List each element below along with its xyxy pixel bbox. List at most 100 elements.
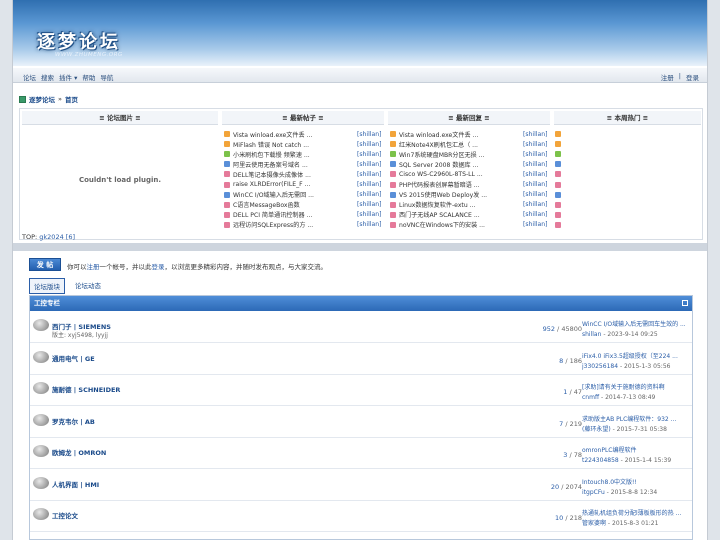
last-post-title[interactable]: iFix4.0 iFix3.5超级授权（至224 ... — [582, 352, 690, 362]
list-item[interactable] — [555, 159, 564, 169]
list-item[interactable] — [555, 169, 564, 179]
topic-author[interactable]: [shillan] — [523, 131, 553, 138]
tab-forum-boards[interactable]: 论坛版块 — [29, 278, 65, 294]
topic-author[interactable]: [shillan] — [357, 191, 387, 198]
last-post-user[interactable]: (藤环永望) — [582, 426, 611, 433]
topic-author[interactable]: [shillan] — [523, 211, 553, 218]
topic-title[interactable]: 远程访问SQLExpress的方 ... — [233, 220, 357, 229]
list-item[interactable]: Vista winload.exe文件丢 ... [shillan] — [224, 129, 387, 139]
topic-author[interactable]: [shillan] — [357, 131, 387, 138]
topic-title[interactable]: Cisco WS-C2960L-8TS-LL ... — [399, 171, 523, 178]
list-item[interactable]: 小米刷机包下载慢 频繁速 ... [shillan] — [224, 149, 387, 159]
last-post-user[interactable]: j330256184 — [582, 363, 618, 370]
topic-title[interactable]: 红米Note4X刷机包汇总（ ... — [399, 140, 523, 149]
forum-board-row[interactable]: 西门子 | SIEMENS 版主: xyj5498, lyyjj 952 / 458… — [30, 313, 692, 343]
topic-author[interactable]: [shillan] — [357, 141, 387, 148]
topic-author[interactable]: [shillan] — [523, 201, 553, 208]
list-item[interactable]: SQL Server 2008 数据库 ... [shillan] — [390, 159, 553, 169]
topic-title[interactable]: MiFlash 错误 Not catch ... — [233, 140, 357, 149]
topic-title[interactable]: 小米刷机包下载慢 频繁速 ... — [233, 150, 357, 159]
list-item[interactable]: Win7系统硬盘MBR分区无损 ... [shillan] — [390, 149, 553, 159]
nav-plugins[interactable]: 插件 ▾ — [59, 72, 77, 82]
nav-guide[interactable]: 导航 — [100, 72, 113, 82]
topic-author[interactable]: [shillan] — [357, 181, 387, 188]
list-item[interactable] — [555, 210, 564, 220]
nav-login[interactable]: 登录 — [686, 72, 699, 82]
list-item[interactable]: Cisco WS-C2960L-8TS-LL ... [shillan] — [390, 169, 553, 179]
forum-board-row[interactable]: 工控论文 10 / 218 热通轧机组负荷分配l薄板板形的热 ... 管家婆啊 - 2… — [30, 502, 692, 532]
list-item[interactable]: MiFlash 错误 Not catch ... [shillan] — [224, 139, 387, 149]
board-name[interactable]: 施耐德 | SCHNEIDER — [52, 384, 120, 394]
board-name[interactable]: 欧姆龙 | OMRON — [52, 447, 106, 457]
last-post-title[interactable]: WinCC I/O域输入后无需回车生效的 ... — [582, 320, 690, 330]
list-item[interactable]: DELL笔记本摄像头成像体 ... [shillan] — [224, 169, 387, 179]
nav-help[interactable]: 帮助 — [82, 72, 95, 82]
topic-title[interactable]: noVNC在Windows下的安装 ... — [399, 220, 523, 229]
forum-board-row[interactable]: 施耐德 | SCHNEIDER 1 / 47 [求助]请有关于施耐德的资料啊 cnmf… — [30, 376, 692, 406]
list-item[interactable]: raise XLRDError(FILE_F ... [shillan] — [224, 179, 387, 189]
last-post-user[interactable]: itgpCFu — [582, 489, 605, 496]
list-item[interactable]: Linux数据恢复软件-extu ... [shillan] — [390, 200, 553, 210]
list-item[interactable]: noVNC在Windows下的安装 ... [shillan] — [390, 220, 553, 230]
last-post-user[interactable]: cnmff — [582, 394, 599, 401]
topic-title[interactable]: C语言MessageBox函数 — [233, 200, 357, 209]
topic-title[interactable]: DELL笔记本摄像头成像体 ... — [233, 170, 357, 179]
list-item[interactable]: PHP代码报表创屏幕暂暗语 ... [shillan] — [390, 179, 553, 189]
list-item[interactable]: C语言MessageBox函数 [shillan] — [224, 200, 387, 210]
nav-search[interactable]: 搜索 — [41, 72, 54, 82]
forum-board-row[interactable]: 欧姆龙 | OMRON 3 / 78 omronPLC编程软件 t224304858 … — [30, 439, 692, 469]
list-item[interactable] — [555, 200, 564, 210]
forum-board-row[interactable]: 人机界面 | HMI 20 / 2074 Intouch8.0中文版!! itgpCF… — [30, 471, 692, 501]
topic-author[interactable]: [shillan] — [523, 161, 553, 168]
board-name[interactable]: 工控论文 — [52, 510, 78, 520]
topic-author[interactable]: [shillan] — [357, 151, 387, 158]
last-post-title[interactable]: Intouch8.0中文版!! — [582, 478, 690, 488]
list-item[interactable] — [555, 220, 564, 230]
forum-board-row[interactable]: 通用电气 | GE 8 / 186 iFix4.0 iFix3.5超级授权（至224… — [30, 345, 692, 375]
topic-author[interactable]: [shillan] — [523, 171, 553, 178]
list-item[interactable]: 红米Note4X刷机包汇总（ ... [shillan] — [390, 139, 553, 149]
collapse-icon[interactable] — [682, 300, 688, 306]
list-item[interactable]: 西门子无线AP SCALANCE ... [shillan] — [390, 210, 553, 220]
site-logo[interactable]: 逐梦论坛 — [37, 28, 121, 54]
topic-author[interactable]: [shillan] — [357, 161, 387, 168]
topic-title[interactable]: Vista winload.exe文件丢 ... — [399, 130, 523, 139]
board-name[interactable]: 通用电气 | GE — [52, 353, 95, 363]
topic-title[interactable]: 阿里云使用无备案号域名 ... — [233, 160, 357, 169]
list-item[interactable]: DELL PCI 简单通讯控制器 ... [shillan] — [224, 210, 387, 220]
topic-author[interactable]: [shillan] — [357, 211, 387, 218]
topic-author[interactable]: [shillan] — [523, 141, 553, 148]
topic-title[interactable]: WinCC I/O域输入后无需回 ... — [233, 190, 357, 199]
last-post-title[interactable]: 热通轧机组负荷分配l薄板板形的热 ... — [582, 509, 690, 519]
list-item[interactable]: VS 2015使用Web Deploy发 ... [shillan] — [390, 190, 553, 200]
list-item[interactable] — [555, 129, 564, 139]
last-post-title[interactable]: 求助版主AB PLC编程软件：932 ... — [582, 415, 690, 425]
list-item[interactable]: 远程访问SQLExpress的方 ... [shillan] — [224, 220, 387, 230]
login-link[interactable]: 登录 — [152, 263, 165, 271]
topic-author[interactable]: [shillan] — [357, 201, 387, 208]
nav-register[interactable]: 注册 — [661, 72, 674, 82]
topic-author[interactable]: [shillan] — [523, 191, 553, 198]
topic-author[interactable]: [shillan] — [523, 151, 553, 158]
board-name[interactable]: 罗克韦尔 | AB — [52, 416, 95, 426]
topic-title[interactable]: VS 2015使用Web Deploy发 ... — [399, 190, 523, 199]
list-item[interactable] — [555, 179, 564, 189]
topic-title[interactable]: Win7系统硬盘MBR分区无损 ... — [399, 150, 523, 159]
nav-forum[interactable]: 论坛 — [23, 72, 36, 82]
topic-author[interactable]: [shillan] — [523, 221, 553, 228]
list-item[interactable]: 阿里云使用无备案号域名 ... [shillan] — [224, 159, 387, 169]
tab-forum-activity[interactable]: 论坛动态 — [71, 278, 105, 294]
topic-title[interactable]: Linux数据恢复软件-extu ... — [399, 200, 523, 209]
list-item[interactable] — [555, 149, 564, 159]
topic-title[interactable]: DELL PCI 简单通讯控制器 ... — [233, 210, 357, 219]
list-item[interactable]: WinCC I/O域输入后无需回 ... [shillan] — [224, 190, 387, 200]
topic-title[interactable]: PHP代码报表创屏幕暂暗语 ... — [399, 180, 523, 189]
last-post-title[interactable]: [求助]请有关于施耐德的资料啊 — [582, 383, 690, 393]
home-icon[interactable] — [19, 95, 26, 103]
topic-title[interactable]: SQL Server 2008 数据库 ... — [399, 160, 523, 169]
topic-author[interactable]: [shillan] — [523, 181, 553, 188]
top-user-link[interactable]: gk2024 — [39, 233, 63, 241]
list-item[interactable] — [555, 190, 564, 200]
last-post-user[interactable]: t224304858 — [582, 457, 619, 464]
topic-title[interactable]: raise XLRDError(FILE_F ... — [233, 181, 357, 188]
